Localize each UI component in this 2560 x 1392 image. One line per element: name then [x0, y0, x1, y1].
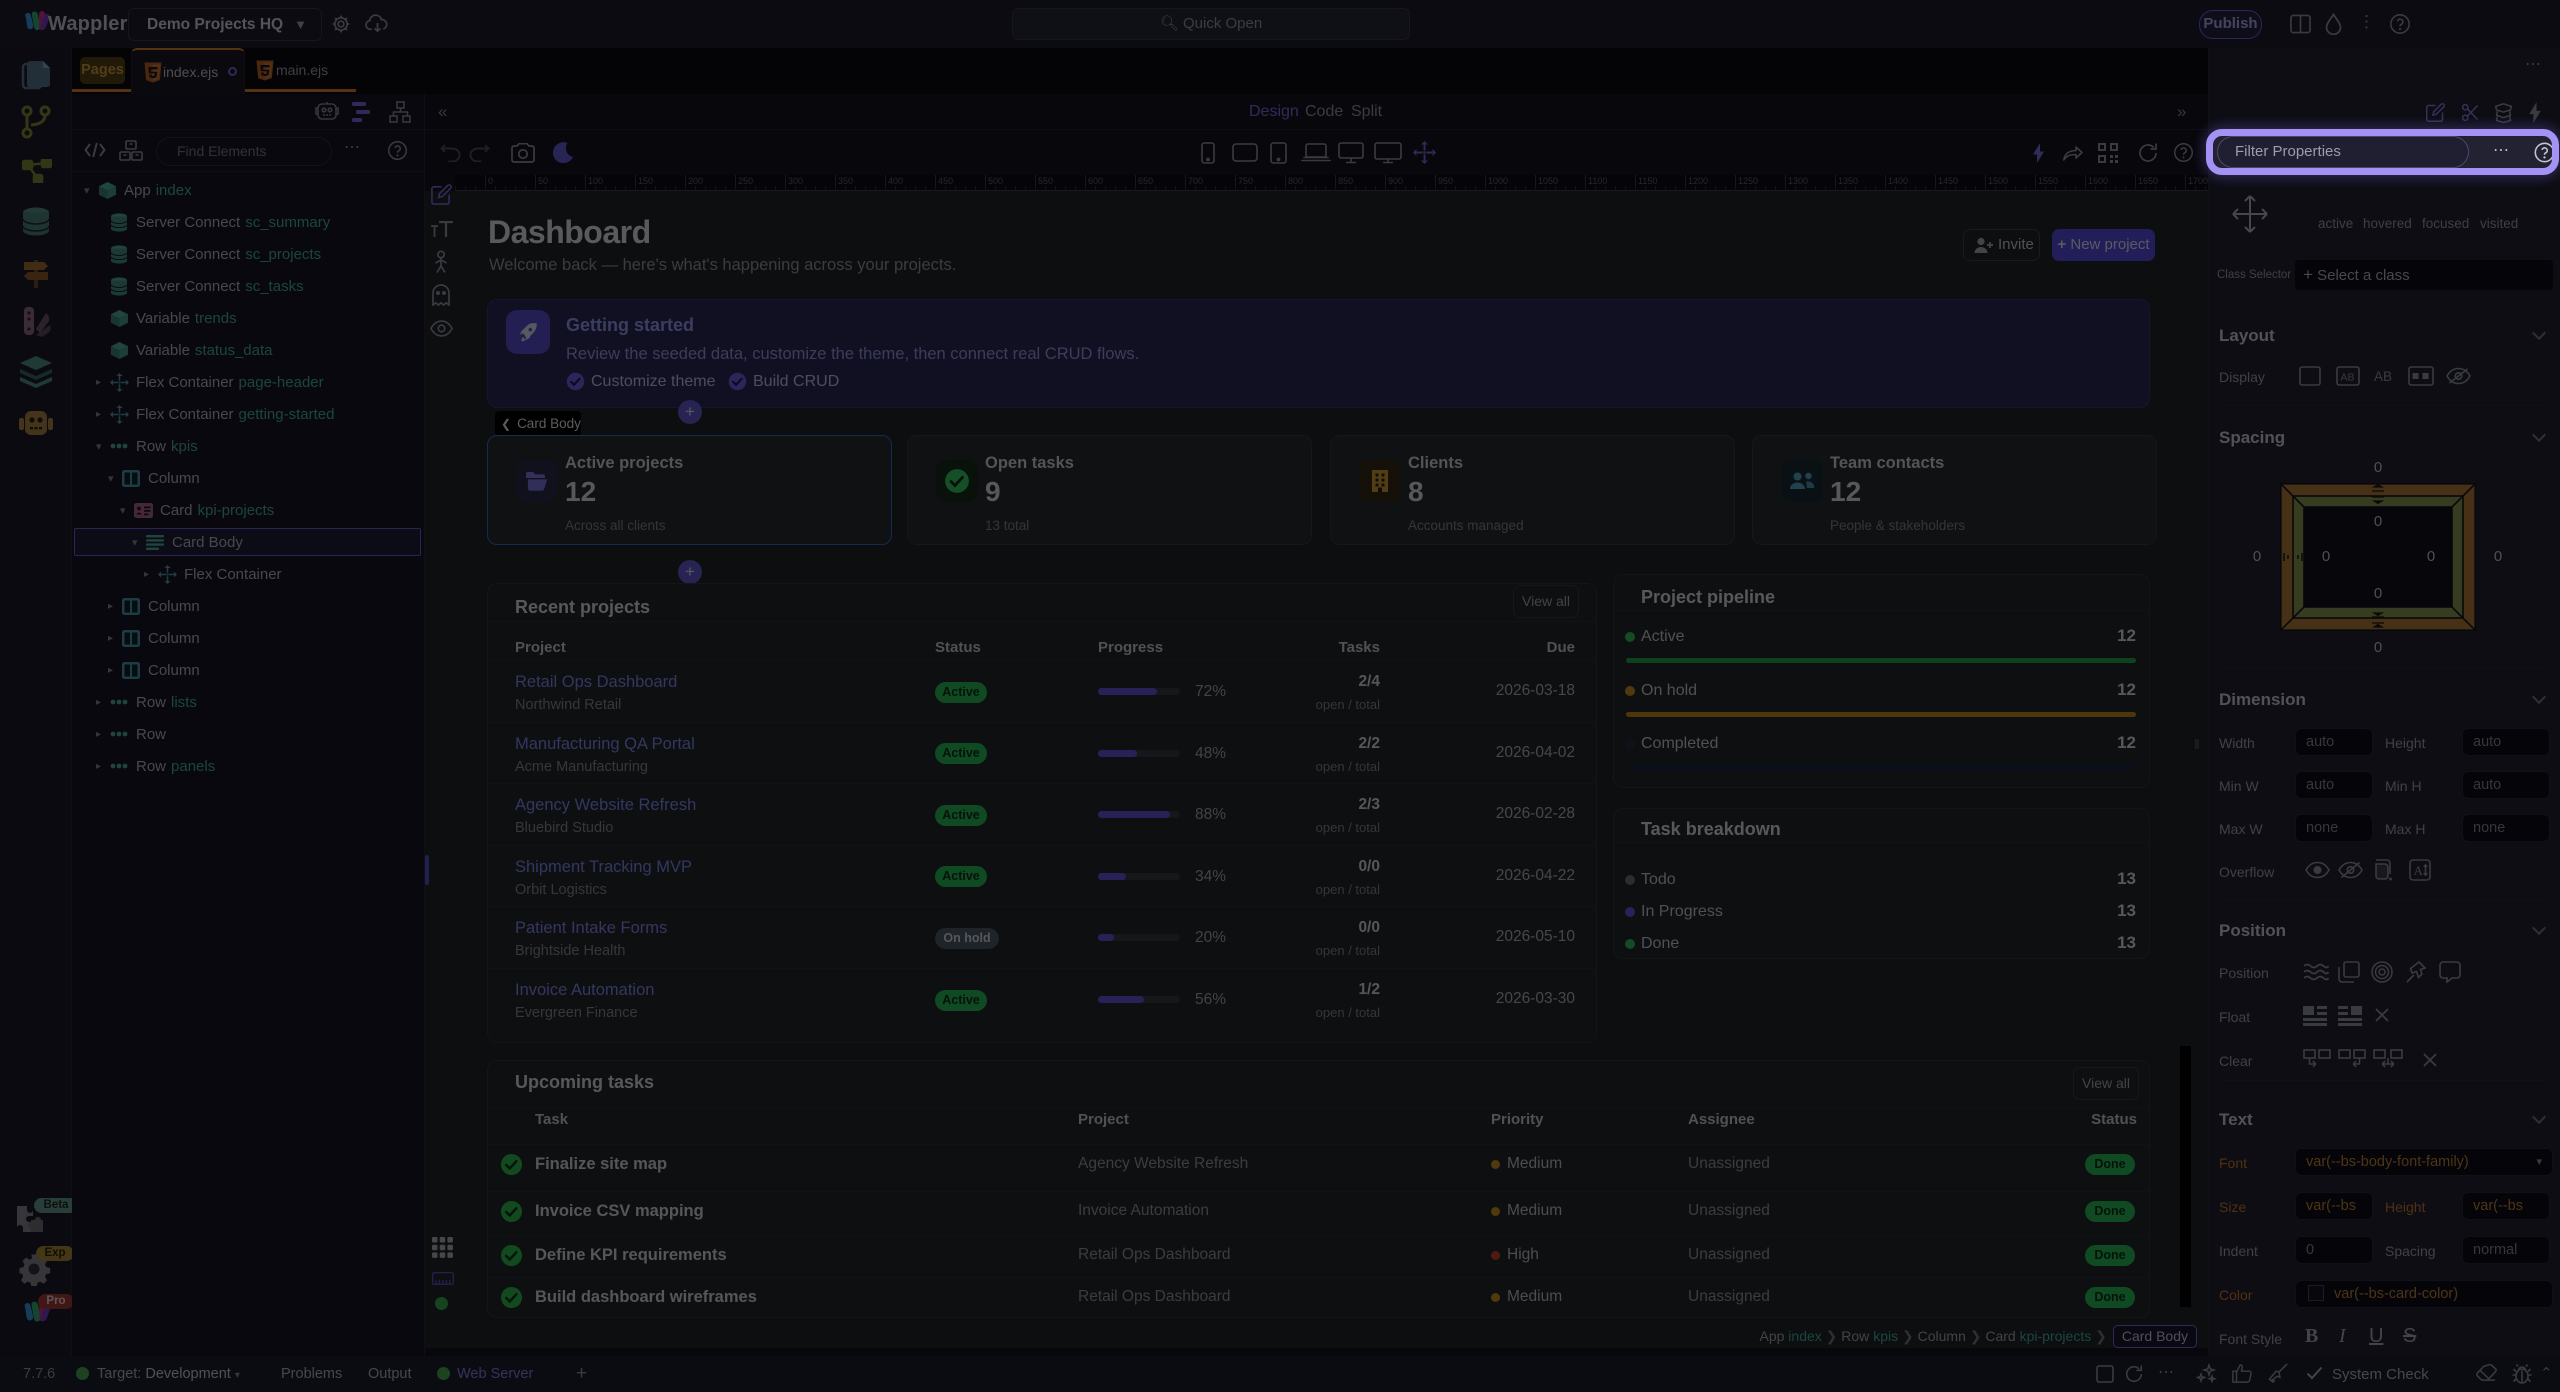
svg-text:A: A	[2414, 863, 2424, 878]
svg-text:AB: AB	[2341, 372, 2355, 384]
